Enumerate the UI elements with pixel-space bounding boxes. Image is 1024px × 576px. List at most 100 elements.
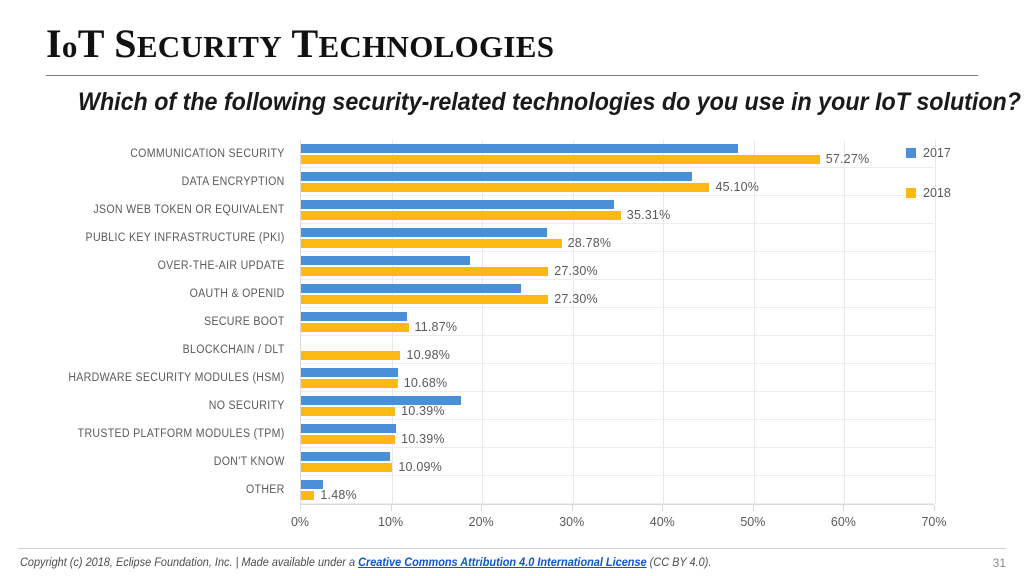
bar-2018[interactable]: 10.39% [301, 432, 445, 446]
bar-row: 10.39% [301, 420, 934, 448]
title-segment: T [291, 21, 319, 66]
category-label: Over-the-Air Update [157, 260, 285, 272]
bar-2017[interactable] [301, 199, 615, 209]
bar-row: 57.27% [301, 140, 934, 168]
bar-value-label: 11.87% [414, 320, 458, 334]
bar-2018[interactable]: 10.39% [301, 404, 445, 418]
title-segment [104, 21, 114, 66]
legend-label: 2017 [923, 146, 951, 160]
bar-2018[interactable]: 35.31% [301, 208, 670, 222]
bar-2018[interactable]: 10.68% [301, 376, 447, 390]
bar-value-label: 1.48% [320, 488, 357, 502]
page-number: 31 [992, 556, 1006, 570]
legend-item-2017[interactable]: 2017 [906, 146, 1016, 160]
category-label: JSON Web Token or Equivalent [93, 204, 285, 216]
bar-2017[interactable] [301, 255, 471, 265]
bar-2018[interactable]: 11.87% [301, 320, 457, 334]
chart-legend: 2017 2018 [906, 146, 1016, 226]
bar-2018[interactable]: 10.09% [301, 460, 442, 474]
slide: IoT SECURITY TECHNOLOGIES Which of the f… [0, 0, 1024, 576]
bar-row: 28.78% [301, 224, 934, 252]
title-segment: S [114, 21, 137, 66]
category-label: Hardware Security Modules (HSM) [68, 372, 285, 384]
x-tick [843, 505, 845, 511]
legend-swatch-icon [906, 188, 916, 198]
bar-rows: 57.27% 45.10% 35.31% 28.78% 27.30% 27.30% 11.8… [301, 140, 934, 504]
footer-copyright: Copyright (c) 2018, Eclipse Foundation, … [20, 557, 711, 569]
bar-row: 35.31% [301, 196, 934, 224]
x-tick-label: 0% [290, 515, 310, 529]
x-tick-label: 60% [830, 515, 856, 529]
license-link[interactable]: Creative Commons Attribution 4.0 Interna… [358, 557, 647, 569]
x-tick [934, 505, 935, 511]
category-label: Secure Boot [204, 316, 285, 328]
bar-value-label: 35.31% [626, 208, 671, 222]
bar-chart: Communication Security Data Encryption JSO… [0, 134, 1024, 534]
bar-2018[interactable]: 57.27% [301, 152, 869, 166]
bar-row: 27.30% [301, 280, 934, 308]
bar-value-label: 10.39% [401, 432, 445, 446]
bar-row: 10.68% [301, 364, 934, 392]
bar-2017[interactable] [301, 143, 739, 153]
bar-row: 10.98% [301, 336, 934, 364]
category-label: No Security [208, 400, 285, 412]
x-tick [752, 505, 754, 511]
legend-item-2018[interactable]: 2018 [906, 186, 1016, 200]
x-tick [390, 505, 392, 511]
x-tick-label: 10% [378, 515, 404, 529]
category-label: Trusted Platform Modules (TPM) [77, 428, 285, 440]
bar-2018[interactable]: 45.10% [301, 180, 759, 194]
category-label: OAuth & OpenID [189, 288, 285, 300]
x-tick-label: 30% [559, 515, 585, 529]
category-label: Other [245, 484, 285, 496]
bar-2017[interactable] [301, 451, 390, 461]
bar-value-label: 10.09% [398, 460, 442, 474]
bar-value-label: 10.39% [401, 404, 445, 418]
bar-2018[interactable]: 27.30% [301, 264, 598, 278]
bar-value-label: 27.30% [554, 264, 598, 278]
title-segment: I [46, 21, 62, 66]
x-tick [481, 505, 483, 511]
bar-row: 1.48% [301, 476, 934, 504]
bar-value-label: 28.78% [567, 236, 612, 250]
bar-row: 10.39% [301, 392, 934, 420]
x-axis: 0% 10% 20% 30% 40% 50% 60% 70% [291, 504, 947, 529]
x-tick [662, 505, 664, 511]
bar-2018[interactable]: 28.78% [301, 236, 611, 250]
plot-area: 57.27% 45.10% 35.31% 28.78% 27.30% 27.30% 11.8… [300, 140, 936, 504]
category-label: Blockchain / DLT [182, 344, 285, 356]
category-label: Data Encryption [181, 176, 285, 188]
footer-divider [18, 548, 1006, 549]
bar-row: 10.09% [301, 448, 934, 476]
bar-2017[interactable] [301, 311, 407, 321]
bar-value-label: 57.27% [825, 152, 870, 166]
x-tick [300, 505, 301, 511]
bar-2017[interactable] [301, 171, 693, 181]
x-tick-label: 50% [740, 515, 766, 529]
x-tick-label: 70% [921, 515, 947, 529]
category-label: Don't Know [213, 456, 285, 468]
category-label: Public Key Infrastructure (PKI) [85, 232, 285, 244]
bar-2018[interactable]: 1.48% [301, 488, 357, 502]
footer-suffix: (CC BY 4.0). [646, 557, 712, 569]
subtitle: Which of the following security-related … [78, 88, 1021, 116]
title-segment: ECURITY [136, 29, 282, 64]
footer-prefix: Copyright (c) 2018, Eclipse Foundation, … [20, 557, 359, 569]
title-segment: o [61, 29, 78, 64]
page-title: IoT SECURITY TECHNOLOGIES [46, 22, 554, 69]
title-segment: ECHNOLOGIES [318, 29, 555, 64]
bar-2017[interactable] [301, 283, 522, 293]
x-tick-label: 20% [468, 515, 494, 529]
bar-2017[interactable] [301, 367, 398, 377]
bar-2017[interactable] [301, 423, 397, 433]
bar-2017[interactable] [301, 227, 548, 237]
title-divider [46, 75, 978, 76]
legend-swatch-icon [906, 148, 916, 158]
bar-row: 27.30% [301, 252, 934, 280]
bar-2018[interactable]: 10.98% [301, 348, 450, 362]
x-tick-label: 40% [649, 515, 675, 529]
category-label: Communication Security [130, 148, 285, 160]
bar-value-label: 10.98% [406, 348, 451, 362]
bar-2018[interactable]: 27.30% [301, 292, 598, 306]
x-tick [571, 505, 573, 511]
